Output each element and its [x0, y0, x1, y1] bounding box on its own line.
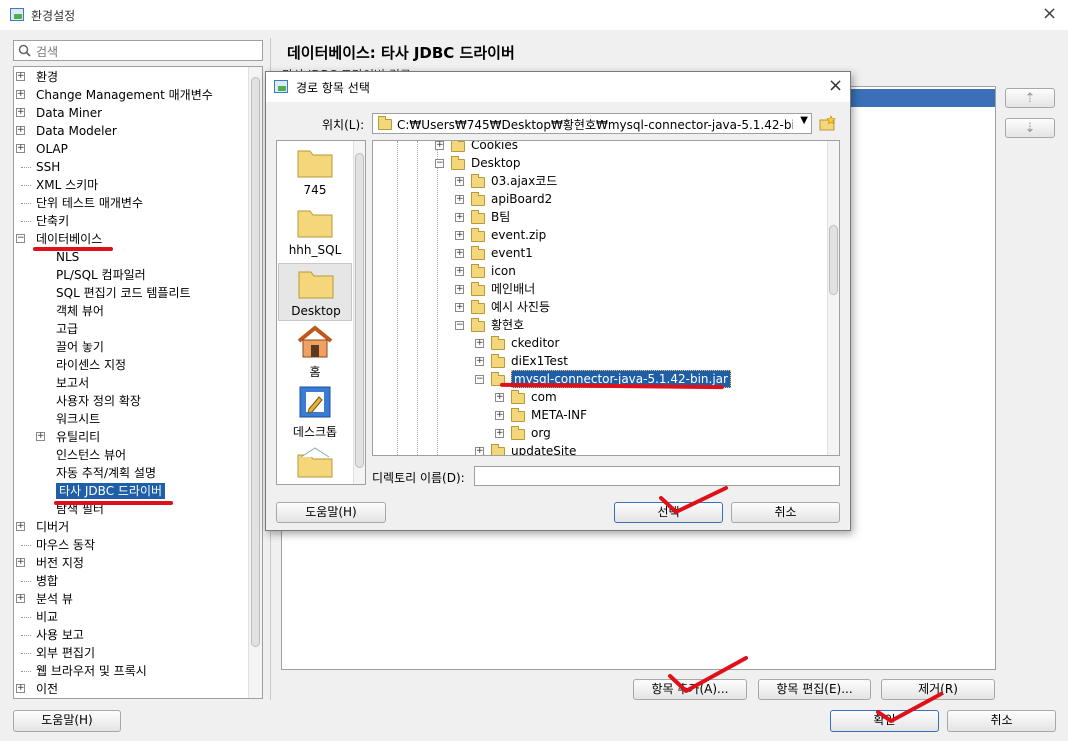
annotation-checkmarks — [659, 486, 943, 723]
